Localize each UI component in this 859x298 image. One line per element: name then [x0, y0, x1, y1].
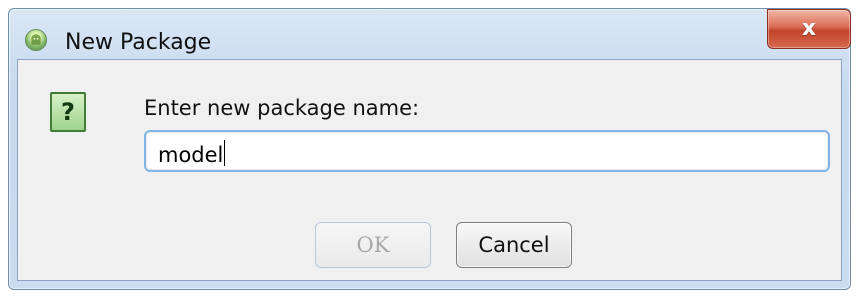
package-name-text: model — [158, 143, 224, 167]
titlebar[interactable]: New Package x — [9, 9, 851, 59]
question-icon: ? — [50, 92, 86, 132]
screen: New Package x ? Enter new package name: … — [0, 0, 859, 298]
cancel-button-label: Cancel — [478, 233, 550, 257]
window-title: New Package — [65, 30, 212, 55]
new-package-dialog: New Package x ? Enter new package name: … — [8, 8, 851, 290]
ok-button-label: OK — [356, 233, 390, 257]
android-icon — [25, 29, 47, 51]
close-icon: x — [801, 16, 817, 41]
ok-button[interactable]: OK — [315, 222, 431, 268]
dialog-body: ? Enter new package name: model OK Cance… — [17, 59, 842, 281]
text-caret — [224, 140, 226, 166]
question-glyph: ? — [61, 98, 75, 126]
prompt-label: Enter new package name: — [144, 96, 420, 120]
package-name-value: model — [158, 140, 226, 167]
close-button[interactable]: x — [767, 9, 851, 49]
cancel-button[interactable]: Cancel — [456, 222, 572, 268]
package-name-input[interactable]: model — [144, 130, 830, 172]
